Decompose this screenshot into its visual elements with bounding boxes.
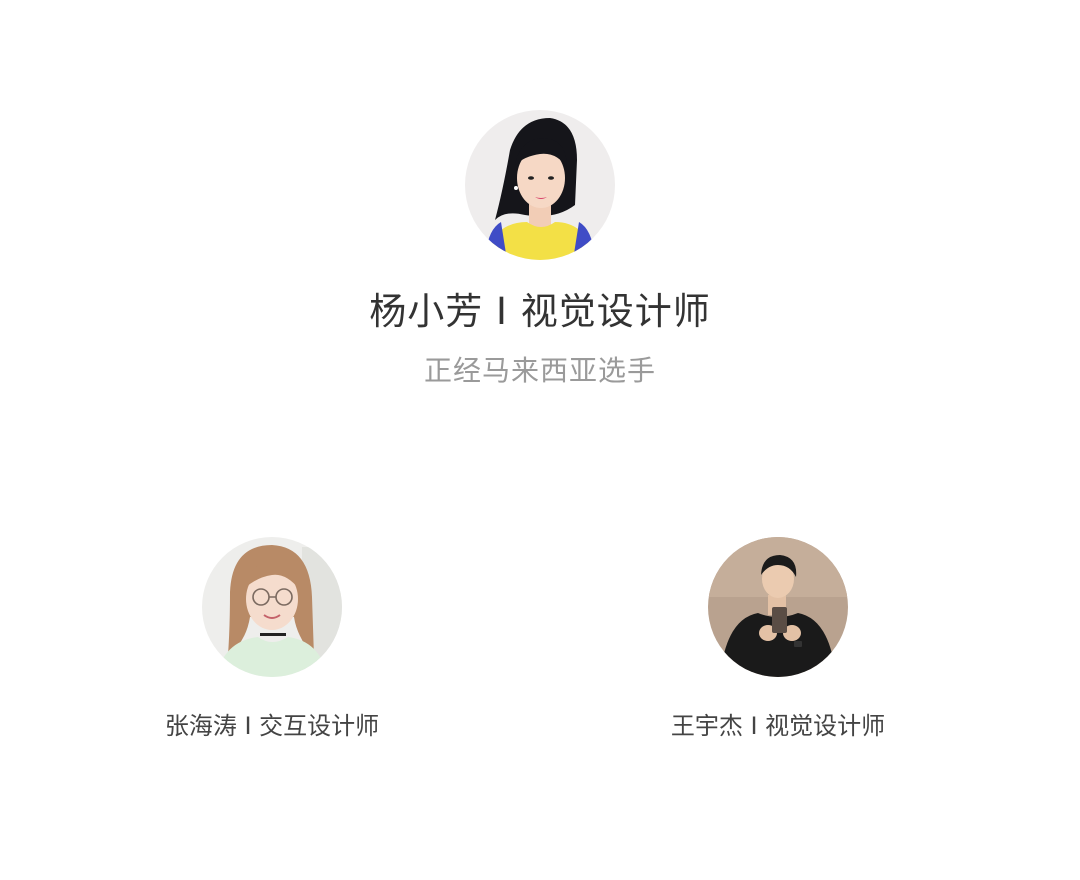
member-name: 王宇杰 I 视觉设计师 — [670, 712, 886, 740]
portrait-woman-yellow-top-icon — [465, 110, 615, 260]
portrait-man-black-shirt-icon — [708, 537, 848, 677]
featured-profile: 杨小芳 I 视觉设计师 正经马来西亚选手 — [0, 110, 1080, 388]
team-page: 杨小芳 I 视觉设计师 正经马来西亚选手 张海涛 I 交互设计师 王宇杰 I 视… — [0, 0, 1080, 880]
member-card: 王宇杰 I 视觉设计师 — [628, 537, 928, 741]
member-avatar — [708, 537, 848, 677]
featured-avatar — [465, 110, 615, 260]
member-avatar — [202, 537, 342, 677]
portrait-woman-glasses-icon — [202, 537, 342, 677]
featured-name: 杨小芳 I 视觉设计师 — [369, 290, 711, 333]
member-name: 张海涛 I 交互设计师 — [164, 712, 380, 740]
member-card: 张海涛 I 交互设计师 — [122, 537, 422, 741]
featured-tagline: 正经马来西亚选手 — [423, 354, 656, 387]
